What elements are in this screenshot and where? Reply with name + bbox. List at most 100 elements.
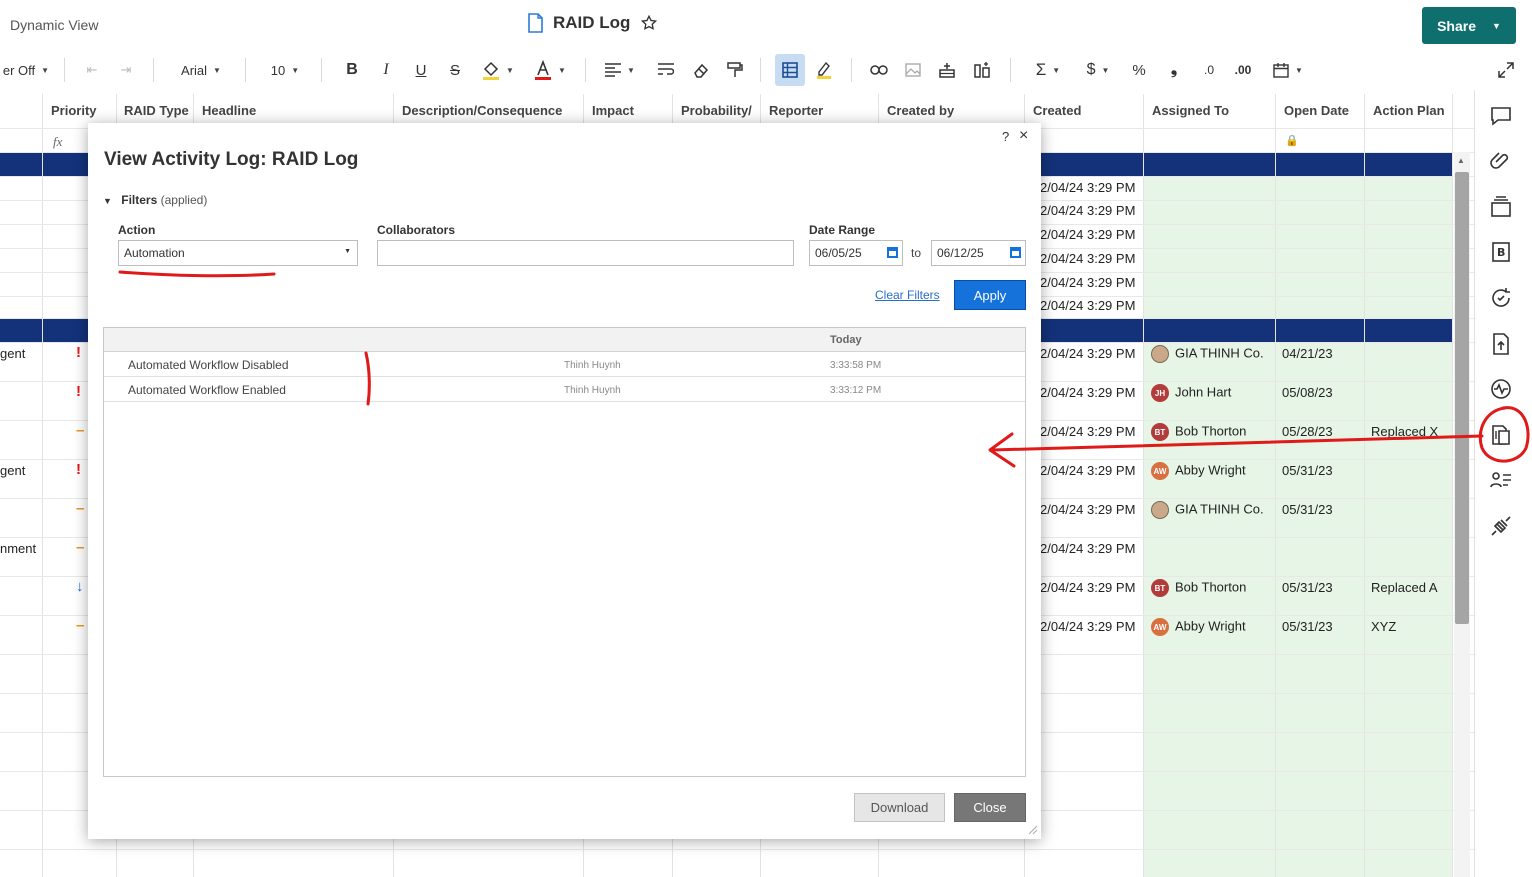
link-icon[interactable]	[867, 54, 891, 86]
increase-decimal-icon[interactable]: .00	[1230, 54, 1256, 86]
priority-icon[interactable]: –	[76, 539, 84, 556]
close-button[interactable]: Close	[954, 793, 1026, 822]
assigned-to-cell[interactable]: AW Abby Wright	[1151, 462, 1246, 480]
priority-icon[interactable]: –	[76, 422, 84, 439]
assigned-to-cell[interactable]: JH John Hart	[1151, 384, 1231, 402]
proofs-icon[interactable]	[1489, 195, 1513, 219]
outdent-icon[interactable]: ⇤	[80, 54, 104, 86]
open-date-cell[interactable]: 05/08/23	[1282, 385, 1333, 400]
eraser-icon[interactable]	[689, 54, 713, 86]
update-requests-icon[interactable]	[1489, 286, 1513, 310]
indent-icon[interactable]: ⇥	[114, 54, 138, 86]
close-icon[interactable]: ×	[1019, 127, 1028, 145]
created-cell[interactable]: 2/04/24 3:29 PM	[1040, 346, 1135, 361]
filter-dropdown[interactable]: er Off ▼	[0, 54, 52, 86]
italic-icon[interactable]: I	[374, 54, 398, 86]
formula-icon[interactable]: fx	[53, 134, 62, 150]
grid-view-icon[interactable]	[775, 54, 805, 86]
publish-icon[interactable]	[1489, 332, 1513, 356]
insert-row-icon[interactable]	[935, 54, 959, 86]
sum-icon[interactable]: Σ ▼	[1028, 54, 1068, 86]
open-date-cell[interactable]: 05/31/23	[1282, 580, 1333, 595]
share-button[interactable]: Share ▼	[1422, 7, 1516, 44]
date-to-input[interactable]: 06/12/25	[931, 240, 1026, 266]
date-from-input[interactable]: 06/05/25	[809, 240, 903, 266]
font-family-dropdown[interactable]: Arial ▼	[170, 54, 232, 86]
insert-column-icon[interactable]	[970, 54, 994, 86]
scrollbar-thumb[interactable]	[1455, 172, 1469, 624]
open-date-cell[interactable]: 04/21/23	[1282, 346, 1333, 361]
connections-icon[interactable]	[1489, 514, 1513, 538]
headline-cell-fragment[interactable]: nment	[0, 541, 36, 556]
priority-icon[interactable]: !	[76, 344, 81, 361]
sharing-icon[interactable]	[1489, 469, 1513, 493]
image-icon[interactable]	[901, 54, 925, 86]
wrap-text-icon[interactable]	[654, 54, 678, 86]
created-cell[interactable]: 2/04/24 3:29 PM	[1040, 463, 1135, 478]
calendar-icon[interactable]	[887, 247, 898, 258]
priority-icon[interactable]: –	[76, 617, 84, 634]
log-entry-row[interactable]: Automated Workflow Disabled Thinh Huynh 3:…	[104, 352, 1025, 377]
align-icon[interactable]: ▼	[600, 54, 640, 86]
created-cell[interactable]: 2/04/24 3:29 PM	[1040, 385, 1135, 400]
summary-icon[interactable]: B	[1489, 240, 1513, 264]
action-plan-cell[interactable]: Replaced A	[1371, 580, 1438, 595]
underline-icon[interactable]: U	[409, 54, 433, 86]
assigned-to-cell[interactable]: GIA THINH Co.	[1151, 345, 1264, 363]
column-header-assigned-to[interactable]: Assigned To	[1144, 94, 1275, 128]
text-color-icon[interactable]: ▼	[530, 54, 570, 86]
attachments-icon[interactable]	[1489, 149, 1513, 173]
decrease-decimal-icon[interactable]: .0	[1197, 54, 1221, 86]
action-plan-cell[interactable]: XYZ	[1371, 619, 1396, 634]
resize-grip-icon[interactable]	[1026, 823, 1038, 835]
headline-cell-fragment[interactable]: gent	[0, 463, 25, 478]
assigned-to-cell[interactable]: BT Bob Thorton	[1151, 423, 1246, 441]
open-date-cell[interactable]: 05/31/23	[1282, 463, 1333, 478]
action-select[interactable]: Automation ▼	[118, 240, 358, 266]
created-cell[interactable]: 2/04/24 3:29 PM	[1040, 619, 1135, 634]
percent-icon[interactable]: %	[1127, 54, 1151, 86]
created-cell[interactable]: 2/04/24 3:29 PM	[1040, 580, 1135, 595]
scroll-up-arrow-icon[interactable]: ▲	[1457, 156, 1465, 165]
created-cell[interactable]: 2/04/24 3:29 PM	[1040, 180, 1135, 195]
priority-icon[interactable]: !	[76, 383, 81, 400]
filters-toggle[interactable]: ▼ Filters (applied)	[103, 193, 207, 207]
created-cell[interactable]: 2/04/24 3:29 PM	[1040, 275, 1135, 290]
log-entry-row[interactable]: Automated Workflow Enabled Thinh Huynh 3:3…	[104, 377, 1025, 402]
created-cell[interactable]: 2/04/24 3:29 PM	[1040, 502, 1135, 517]
action-plan-cell[interactable]: Replaced X	[1371, 424, 1438, 439]
open-date-cell[interactable]: 05/28/23	[1282, 424, 1333, 439]
fill-color-icon[interactable]: ▼	[478, 54, 518, 86]
assigned-to-cell[interactable]: AW Abby Wright	[1151, 618, 1246, 636]
date-format-icon[interactable]: ▼	[1268, 54, 1308, 86]
comments-icon[interactable]	[1489, 104, 1513, 128]
created-cell[interactable]: 2/04/24 3:29 PM	[1040, 541, 1135, 556]
column-header-open-date[interactable]: Open Date	[1276, 94, 1364, 128]
priority-icon[interactable]: –	[76, 500, 84, 517]
clear-filters-link[interactable]: Clear Filters	[875, 288, 940, 302]
created-cell[interactable]: 2/04/24 3:29 PM	[1040, 251, 1135, 266]
activity-icon[interactable]	[1489, 377, 1513, 401]
column-header-action-plan[interactable]: Action Plan	[1365, 94, 1452, 128]
headline-cell-fragment[interactable]: gent	[0, 346, 25, 361]
priority-icon[interactable]: ↓	[76, 578, 84, 595]
assigned-to-cell[interactable]: GIA THINH Co.	[1151, 501, 1264, 519]
strikethrough-icon[interactable]: S	[443, 54, 467, 86]
calendar-icon[interactable]	[1010, 247, 1021, 258]
created-cell[interactable]: 2/04/24 3:29 PM	[1040, 203, 1135, 218]
created-cell[interactable]: 2/04/24 3:29 PM	[1040, 227, 1135, 242]
open-date-cell[interactable]: 05/31/23	[1282, 502, 1333, 517]
priority-icon[interactable]: !	[76, 461, 81, 478]
apply-button[interactable]: Apply	[954, 280, 1026, 310]
created-cell[interactable]: 2/04/24 3:29 PM	[1040, 424, 1135, 439]
open-date-cell[interactable]: 05/31/23	[1282, 619, 1333, 634]
collaborators-input[interactable]	[377, 240, 794, 266]
expand-icon[interactable]	[1494, 54, 1518, 86]
created-cell[interactable]: 2/04/24 3:29 PM	[1040, 298, 1135, 313]
activity-log-icon[interactable]	[1489, 423, 1513, 447]
star-icon[interactable]	[640, 14, 658, 32]
help-icon[interactable]: ?	[1002, 129, 1009, 144]
thousands-separator-icon[interactable]: ❟	[1162, 54, 1186, 86]
currency-icon[interactable]: $ ▼	[1078, 54, 1118, 86]
highlight-icon[interactable]	[812, 54, 836, 86]
